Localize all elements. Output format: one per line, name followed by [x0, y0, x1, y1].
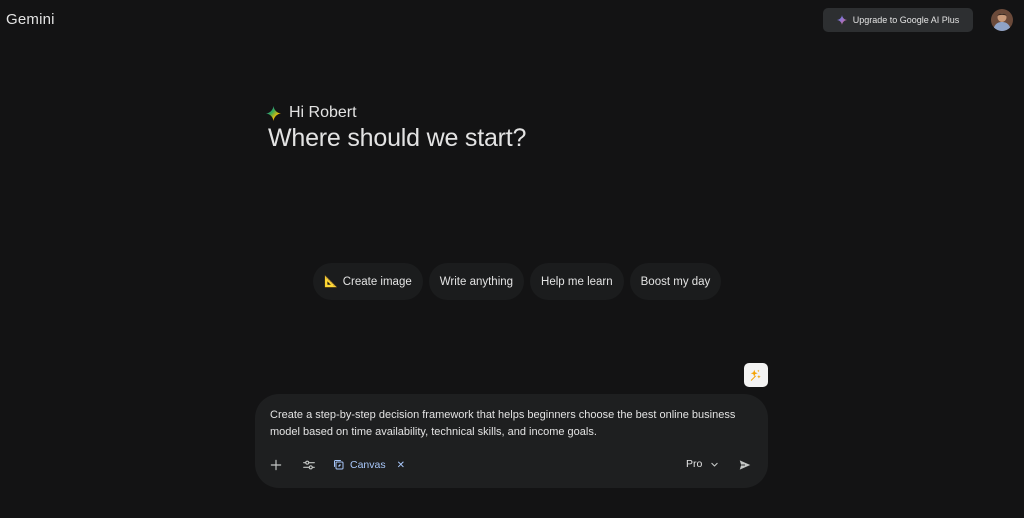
model-selector[interactable]: Pro [686, 458, 719, 470]
prompt-composer: Create a step-by-step decision framework… [255, 394, 768, 488]
upgrade-button[interactable]: Upgrade to Google AI Plus [823, 8, 973, 32]
app-title[interactable]: Gemini [6, 11, 55, 28]
chip-label: Create image [342, 275, 412, 288]
prompt-enhance-button[interactable] [744, 363, 768, 387]
avatar[interactable] [991, 9, 1013, 31]
suggestion-chips: 📐 Create image Write anything Help me le… [313, 263, 722, 300]
send-button[interactable] [737, 457, 753, 473]
prompt-input[interactable]: Create a step-by-step decision framework… [270, 407, 740, 441]
page-title: Where should we start? [268, 124, 527, 152]
chip-label: Write anything [439, 275, 514, 288]
sparkle-wand-icon [750, 369, 761, 381]
chip-label: Help me learn [541, 275, 613, 288]
greeting-text: Hi Robert [289, 104, 357, 121]
canvas-icon [334, 460, 344, 470]
greeting: Hi Robert [266, 104, 357, 122]
triangle-ruler-icon: 📐 [324, 276, 338, 288]
gemini-sparkle-icon [836, 15, 847, 25]
gemini-app: Gemini Upgrade to Google AI Plus Hi Robe… [0, 0, 1024, 518]
close-icon[interactable]: ✕ [397, 460, 405, 471]
send-icon [739, 460, 751, 470]
model-label: Pro [686, 458, 703, 470]
canvas-tool-chip[interactable]: Canvas ✕ [333, 456, 405, 474]
chip-write-anything[interactable]: Write anything [428, 263, 525, 300]
chip-create-image[interactable]: 📐 Create image [313, 263, 423, 300]
canvas-label: Canvas [350, 459, 386, 471]
chip-help-me-learn[interactable]: Help me learn [530, 263, 624, 300]
gemini-sparkle-icon [266, 105, 281, 121]
tools-sliders-icon [303, 460, 315, 470]
chevron-down-icon [711, 462, 719, 467]
add-attachment-button[interactable] [268, 457, 284, 473]
chip-label: Boost my day [640, 275, 711, 288]
tools-button[interactable] [301, 457, 317, 473]
chip-boost-my-day[interactable]: Boost my day [629, 263, 722, 300]
plus-icon [270, 459, 282, 471]
user-avatar-icon [991, 9, 1013, 31]
upgrade-label: Upgrade to Google AI Plus [852, 15, 960, 25]
